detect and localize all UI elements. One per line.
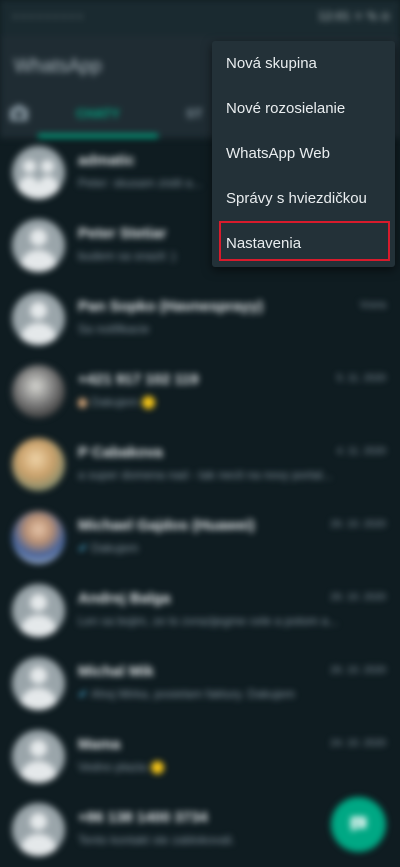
avatar-photo (12, 438, 65, 491)
new-chat-button[interactable] (331, 797, 386, 852)
person-icon (12, 657, 65, 710)
chat-time: 24. 10. 2020 (330, 738, 386, 749)
person-icon (12, 584, 65, 637)
chat-name: Michal Mik (78, 663, 154, 680)
app-title: WhatsApp (14, 56, 102, 77)
double-check-icon: ✔ (78, 541, 89, 555)
camera-icon[interactable] (8, 102, 30, 124)
person-icon (12, 219, 65, 272)
chat-preview: Sa notifikacie (78, 322, 150, 336)
chat-preview: a super domena nad - tak necit na novy p… (78, 468, 333, 482)
chat-name: Andrej Balga (78, 590, 171, 607)
emoji-icon (150, 761, 164, 775)
menu-item-new-broadcast[interactable]: Nové rozosielanie (212, 87, 395, 131)
menu-item-starred-messages[interactable]: Správy s hviezdičkou (212, 177, 395, 221)
person-icon (12, 292, 65, 345)
chat-row[interactable]: Pan Sopko (Havnesprayy) Vcera Sa notifik… (0, 284, 400, 357)
chat-row[interactable]: Michael Gajdos (Huawei) 26. 10. 2020 ✔ Da… (0, 503, 400, 576)
chat-row[interactable]: Andrej Balga 26. 10. 2020 Len sa bojim, … (0, 576, 400, 649)
status-bar-clock: 12:01 ☼ % ⊙ (318, 10, 390, 23)
chat-time: 26. 10. 2020 (330, 665, 386, 676)
settings-highlight-box (219, 221, 390, 261)
person-icon (12, 730, 65, 783)
avatar-photo (12, 511, 65, 564)
double-check-icon: ✔ (78, 687, 89, 701)
chat-name: Michael Gajdos (Huawei) (78, 517, 255, 534)
chat-name: Peter Stetiar (78, 225, 167, 242)
chat-name: Pan Sopko (Havnesprayy) (78, 298, 264, 315)
avatar-photo (12, 365, 65, 418)
chat-row[interactable]: Michal Mik 26. 10. 2020 ✔ Ahoj Mirka, pos… (0, 649, 400, 722)
chat-name: admatic (78, 152, 135, 169)
chat-name: Mama (78, 736, 121, 753)
chat-preview: ✔ Ahoj Mirka, posielam faktury. Dakujem (78, 687, 295, 701)
emoji-icon (78, 397, 87, 408)
chat-preview: Dakujem (78, 395, 378, 410)
chat-time: 4. 11. 2020 (336, 446, 386, 457)
chat-name: +86 138 1400 3734 (78, 809, 208, 826)
tab-chats[interactable]: CHATY (38, 94, 158, 138)
chat-preview: Vedno plazia (78, 760, 378, 775)
chat-time: 5. 11. 2020 (336, 373, 386, 384)
person-icon (12, 803, 65, 856)
menu-item-new-group[interactable]: Nová skupina (212, 42, 395, 86)
chat-time: 26. 10. 2020 (330, 592, 386, 603)
new-chat-icon (351, 817, 366, 832)
chat-row[interactable]: +421 917 102 119 5. 11. 2020 Dakujem (0, 357, 400, 430)
status-bar-icons: ◦◦◦◦◦◦◦◦◦ (12, 10, 85, 24)
chat-preview: ✔ Dakujem (78, 541, 139, 555)
status-bar: ◦◦◦◦◦◦◦◦◦ 12:01 ☼ % ⊙ (0, 0, 400, 36)
chat-time: Vcera (359, 300, 386, 311)
menu-item-whatsapp-web[interactable]: WhatsApp Web (212, 132, 395, 176)
chat-name: P Cabakova (78, 444, 163, 461)
chat-time: 26. 10. 2020 (330, 519, 386, 530)
chat-row[interactable]: Mama 24. 10. 2020 Vedno plazia (0, 722, 400, 795)
group-icon (12, 146, 65, 199)
emoji-icon (142, 396, 156, 410)
chat-row[interactable]: P Cabakova 4. 11. 2020 a super domena na… (0, 430, 400, 503)
chat-name: +421 917 102 119 (78, 371, 199, 388)
chat-preview: Len sa bojim, ze to zvrazijegme cele a p… (78, 614, 339, 628)
